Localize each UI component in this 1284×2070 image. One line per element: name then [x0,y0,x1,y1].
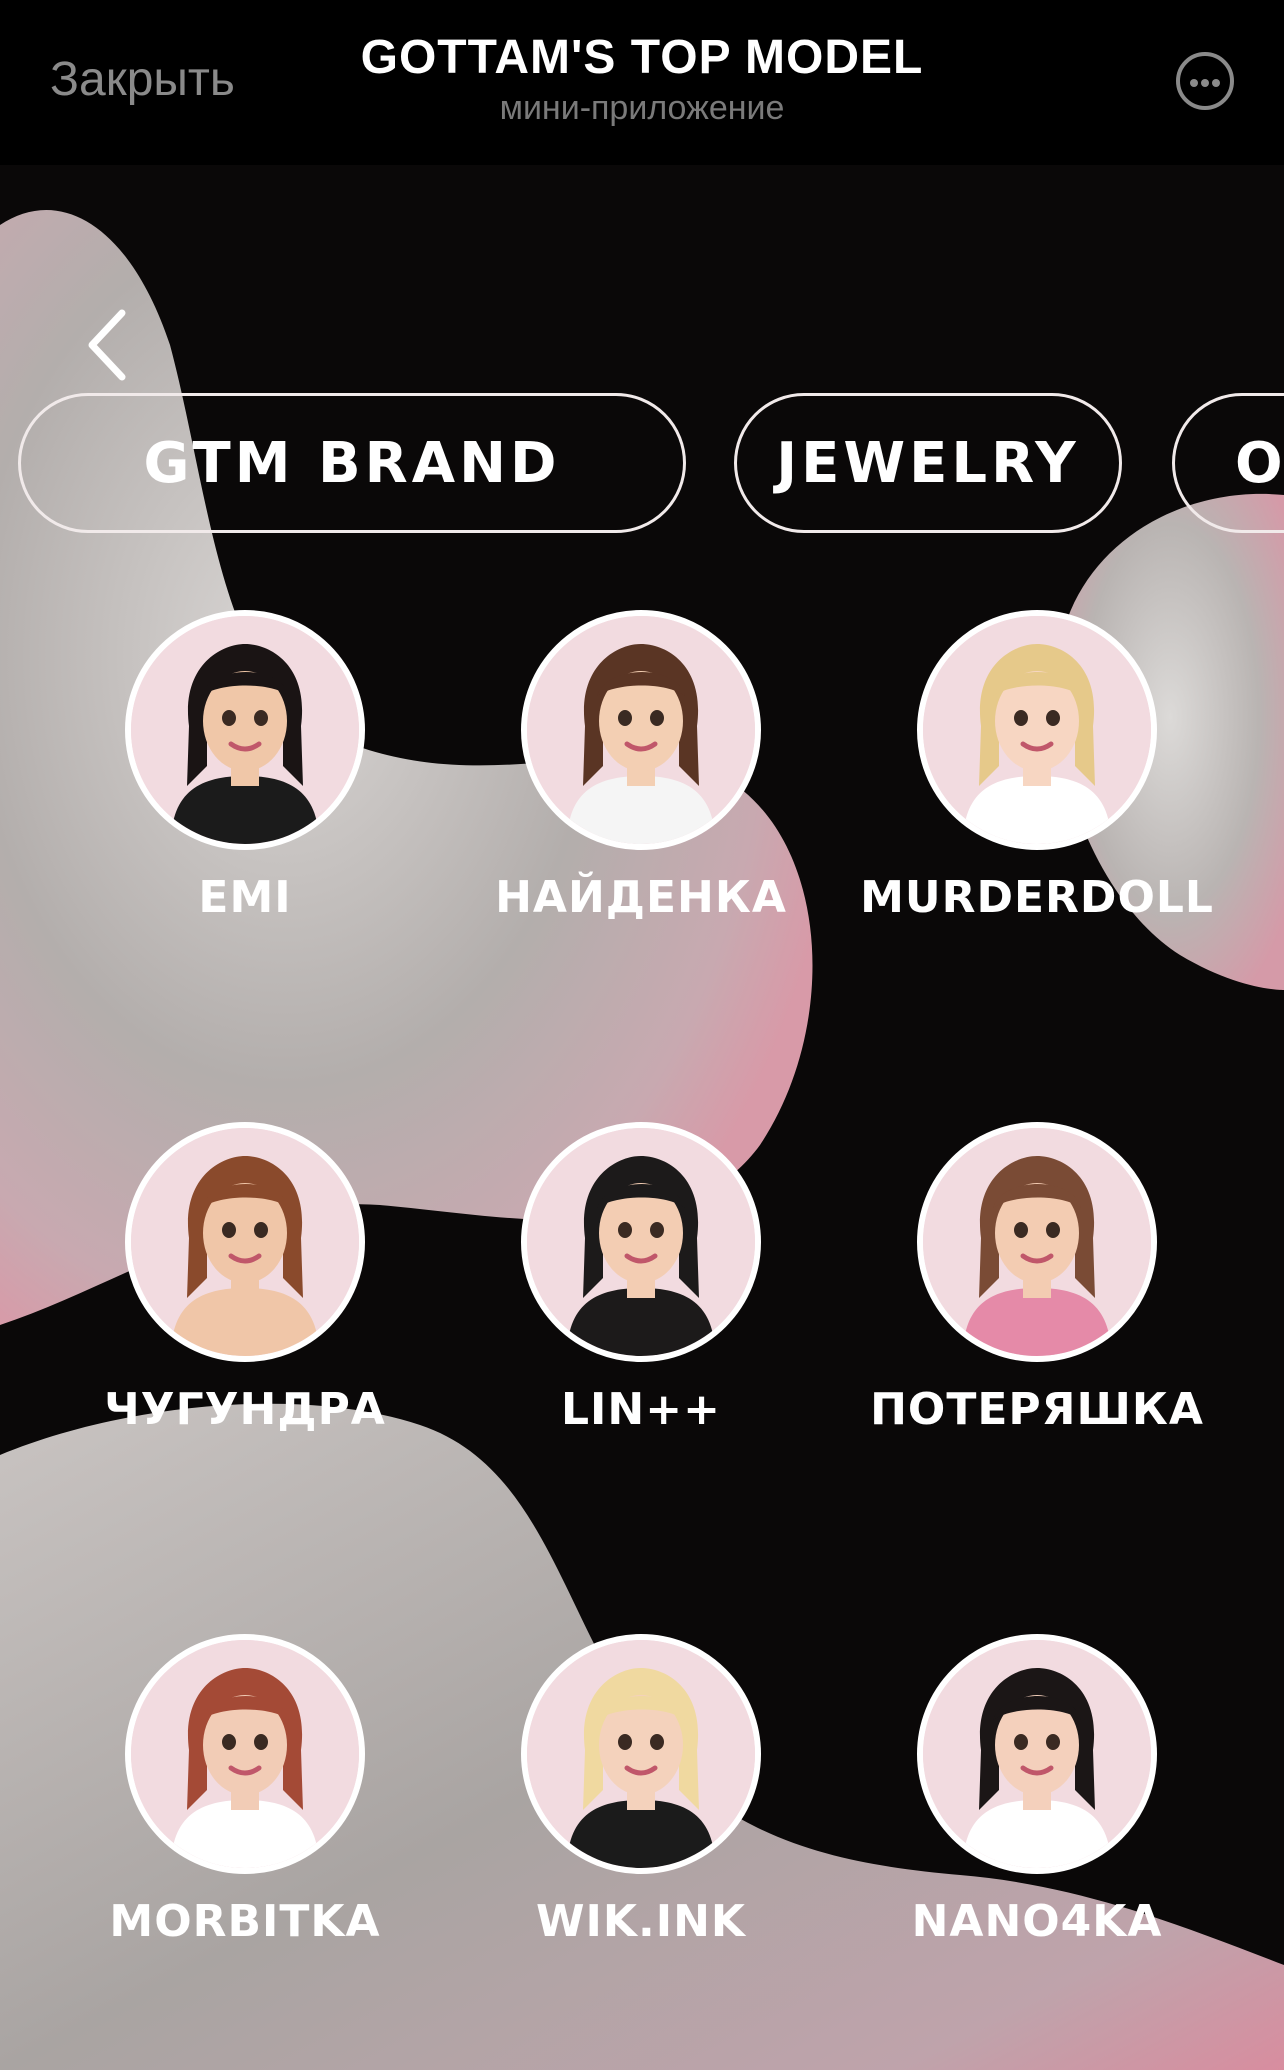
memoji-avatar-icon [131,1640,359,1868]
model-avatar[interactable] [917,1634,1157,1874]
model-avatar[interactable] [521,1634,761,1874]
model-name[interactable]: НАЙДЕНКА [451,872,831,923]
mini-app-header: Закрыть GOTTAM'S TOP MODEL мини-приложен… [0,0,1284,165]
model-avatar[interactable] [917,610,1157,850]
model-avatar[interactable] [917,1122,1157,1362]
model-name[interactable]: LIN++ [451,1384,831,1435]
model-avatar[interactable] [521,610,761,850]
memoji-avatar-icon [131,1128,359,1356]
model-avatar[interactable] [125,610,365,850]
model-avatar[interactable] [125,1634,365,1874]
model-name[interactable]: WIK.INK [451,1896,831,1947]
model-name[interactable]: EMI [55,872,435,923]
model-name[interactable]: ЧУГУНДРА [55,1384,435,1435]
memoji-avatar-icon [923,1640,1151,1868]
memoji-avatar-icon [131,616,359,844]
model-avatar[interactable] [125,1122,365,1362]
model-name[interactable]: MURDERDOLL [847,872,1227,923]
model-name[interactable]: NANO4KA [847,1896,1227,1947]
model-name[interactable]: ПОТЕРЯШКА [847,1384,1227,1435]
more-dot [1212,79,1220,87]
app-subtitle: мини-приложение [499,89,785,127]
chevron-left-icon[interactable] [80,305,140,385]
more-dot [1201,79,1209,87]
mini-app-screen: Закрыть GOTTAM'S TOP MODEL мини-приложен… [0,0,1284,2070]
more-horizontal-icon[interactable] [1176,52,1234,110]
title-block: GOTTAM'S TOP MODEL мини-приложение [0,30,1284,128]
category-pill-gtm-brand[interactable]: GTM BRAND [18,393,686,533]
more-dot [1190,79,1198,87]
memoji-avatar-icon [923,616,1151,844]
memoji-avatar-icon [527,1640,755,1868]
memoji-avatar-icon [527,616,755,844]
memoji-avatar-icon [923,1128,1151,1356]
memoji-avatar-icon [527,1128,755,1356]
model-name[interactable]: MORBITKA [55,1896,435,1947]
content-area: GTM BRAND JEWELRY O EMI НАЙДЕНКА MURDERDOL… [0,165,1284,2070]
category-pill-jewelry[interactable]: JEWELRY [734,393,1122,533]
app-title: GOTTAM'S TOP MODEL [360,31,924,84]
model-avatar[interactable] [521,1122,761,1362]
